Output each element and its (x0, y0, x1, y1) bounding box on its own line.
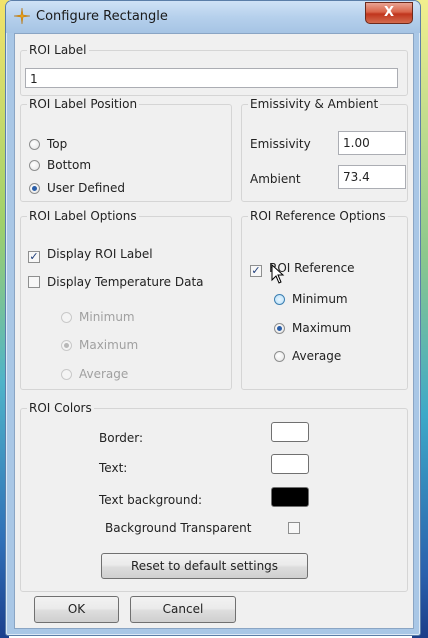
label-position-group: ROI Label Position Top Bottom User Defin… (20, 97, 232, 202)
dialog-content: ROI Label 1 ROI Label Position Top Botto… (14, 33, 414, 629)
reference-option-label: Maximum (292, 321, 352, 335)
temp-option-label: Average (79, 367, 129, 381)
label-position-legend: ROI Label Position (27, 97, 140, 111)
radio-icon (29, 139, 40, 150)
reference-option-average[interactable]: Average (274, 349, 341, 363)
text-color-swatch[interactable] (271, 454, 309, 474)
title-bar[interactable]: Configure Rectangle X (6, 1, 420, 33)
configure-rectangle-dialog: Configure Rectangle X ROI Label 1 ROI La… (5, 0, 421, 636)
window-title: Configure Rectangle (36, 9, 168, 24)
temp-option-maximum[interactable]: Maximum (61, 338, 138, 352)
close-button[interactable]: X (365, 2, 413, 24)
ambient-input[interactable]: 73.4 (338, 165, 406, 189)
label-options-legend: ROI Label Options (27, 209, 139, 223)
position-option-user-defined[interactable]: User Defined (29, 181, 125, 195)
mouse-pointer-icon (271, 264, 285, 284)
checkbox-icon (28, 276, 40, 288)
text-background-color-label: Text background: (99, 493, 203, 507)
border-color-label: Border: (99, 431, 144, 445)
position-option-label: Top (47, 137, 68, 151)
radio-selected-icon (61, 340, 72, 351)
reference-option-label: Average (292, 349, 342, 363)
reference-option-minimum[interactable]: Minimum (274, 292, 348, 306)
position-option-label: Bottom (47, 158, 92, 172)
text-background-color-swatch[interactable] (271, 487, 309, 507)
emissivity-ambient-legend: Emissivity & Ambient (248, 97, 381, 111)
position-option-top[interactable]: Top (29, 137, 67, 151)
ambient-label: Ambient (250, 172, 301, 186)
radio-icon (274, 351, 285, 362)
background-transparent-checkbox[interactable] (288, 522, 300, 534)
text-color-label: Text: (99, 461, 128, 475)
checkbox-checked-icon: ✓ (250, 264, 262, 277)
temp-option-label: Minimum (79, 310, 135, 324)
display-temperature-data-checkbox[interactable]: Display Temperature Data (28, 275, 204, 289)
radio-icon (274, 294, 285, 305)
background-transparent-label: Background Transparent (105, 521, 252, 535)
radio-icon (61, 312, 72, 323)
roi-reference-checkbox[interactable]: ✓ ROI Reference (250, 261, 355, 277)
temp-option-average[interactable]: Average (61, 367, 128, 381)
reset-defaults-button[interactable]: Reset to default settings (101, 553, 308, 579)
temp-option-label: Maximum (79, 338, 139, 352)
roi-label-legend: ROI Label (27, 43, 89, 57)
ok-button[interactable]: OK (34, 596, 119, 623)
checkbox-checked-icon: ✓ (28, 250, 40, 263)
display-roi-label-text: Display ROI Label (47, 247, 153, 261)
roi-colors-legend: ROI Colors (27, 401, 94, 415)
roi-label-input[interactable]: 1 (25, 68, 398, 88)
emissivity-input[interactable]: 1.00 (338, 131, 406, 155)
emissivity-ambient-group: Emissivity & Ambient Emissivity 1.00 Amb… (241, 97, 408, 202)
radio-icon (29, 160, 40, 171)
label-options-group: ROI Label Options ✓ Display ROI Label Dis… (20, 209, 232, 390)
radio-icon (61, 369, 72, 380)
roi-colors-group: ROI Colors Border: Text: Text background… (20, 401, 408, 592)
cancel-button[interactable]: Cancel (130, 596, 236, 623)
temp-option-minimum[interactable]: Minimum (61, 310, 135, 324)
radio-selected-icon (274, 323, 285, 334)
reference-option-label: Minimum (292, 292, 348, 306)
display-temperature-data-text: Display Temperature Data (47, 275, 204, 289)
reference-option-maximum[interactable]: Maximum (274, 321, 351, 335)
crosshair-icon (13, 7, 31, 25)
reference-options-legend: ROI Reference Options (248, 209, 388, 223)
reference-options-group: ROI Reference Options ✓ ROI Reference Min… (241, 209, 408, 390)
roi-label-group: ROI Label 1 (20, 43, 408, 96)
position-option-bottom[interactable]: Bottom (29, 158, 91, 172)
position-option-label: User Defined (47, 181, 125, 195)
emissivity-label: Emissivity (250, 137, 311, 151)
radio-selected-icon (29, 183, 40, 194)
border-color-swatch[interactable] (271, 422, 309, 442)
display-roi-label-checkbox[interactable]: ✓ Display ROI Label (28, 247, 153, 263)
